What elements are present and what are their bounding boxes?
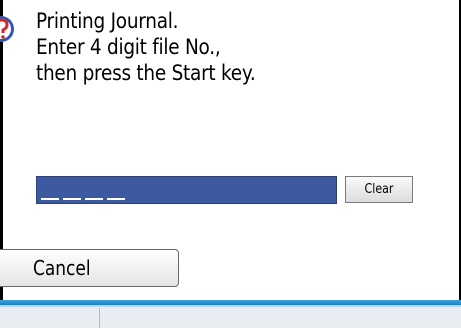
status-bar bbox=[0, 300, 461, 328]
status-bar-divider bbox=[99, 308, 100, 328]
message-line: then press the Start key. bbox=[36, 61, 256, 85]
digit-slot bbox=[85, 198, 103, 200]
cancel-button[interactable]: Cancel bbox=[0, 249, 179, 287]
dialog-message: Printing Journal. Enter 4 digit file No.… bbox=[36, 8, 256, 86]
message-line: Printing Journal. bbox=[36, 9, 179, 33]
screen: Printing Journal. Enter 4 digit file No.… bbox=[0, 0, 461, 328]
digit-slot bbox=[41, 198, 59, 200]
cancel-button-label: Cancel bbox=[33, 256, 91, 280]
clear-button-label: Clear bbox=[364, 182, 394, 197]
digit-slot bbox=[107, 198, 125, 200]
digit-slot bbox=[63, 198, 81, 200]
clear-button[interactable]: Clear bbox=[345, 176, 413, 203]
question-icon bbox=[0, 16, 14, 42]
status-bar-accent bbox=[0, 305, 461, 307]
file-number-input[interactable] bbox=[36, 176, 337, 204]
message-line: Enter 4 digit file No., bbox=[36, 35, 221, 59]
